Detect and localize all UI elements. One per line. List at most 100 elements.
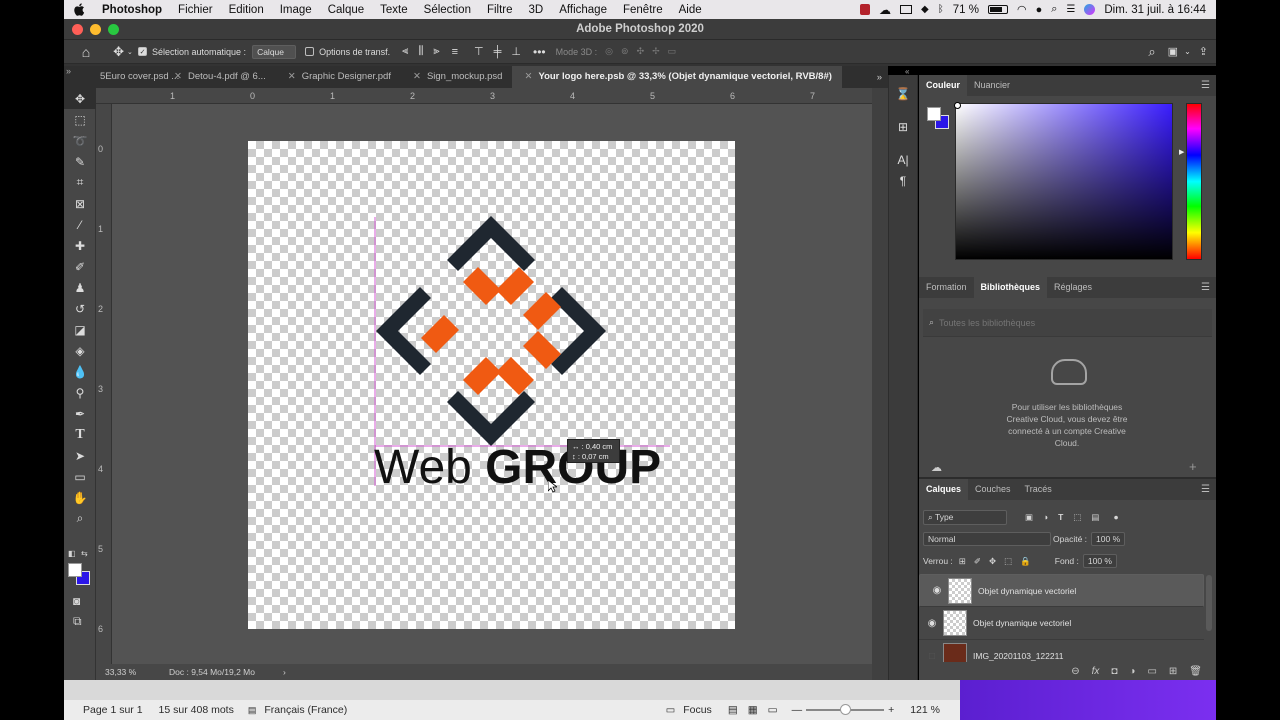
menu-3d[interactable]: 3D [521, 4, 552, 16]
home-icon[interactable]: ⌂ [64, 44, 108, 60]
creative-cloud-icon[interactable]: ☁ [879, 3, 891, 17]
lock-all-icon[interactable]: 🔒 [1020, 556, 1031, 567]
filter-pixel-icon[interactable]: ▣ [1025, 512, 1033, 523]
vertical-ruler[interactable]: 0 1 2 3 4 5 6 [96, 104, 112, 664]
opacity-input[interactable]: 100 % [1091, 532, 1126, 546]
add-library-icon[interactable]: + [1189, 459, 1197, 474]
zoom-slider[interactable] [806, 704, 885, 715]
vertical-scrollbar[interactable] [872, 88, 888, 680]
tools-collapse-icon[interactable]: » [66, 66, 71, 76]
link-layers-icon[interactable]: ⊖ [1071, 666, 1079, 677]
align-center-h-icon[interactable]: ⫼ [418, 45, 423, 58]
battery-icon[interactable] [987, 5, 1008, 14]
filter-smart-icon[interactable]: ▤ [1091, 512, 1099, 523]
delete-layer-icon[interactable]: 🗑 [1189, 666, 1202, 677]
close-tab-icon[interactable]: ✕ [174, 71, 182, 82]
lock-paint-icon[interactable]: ✐ [974, 556, 981, 567]
eyedropper-tool-icon[interactable]: ⁄ [64, 214, 96, 235]
menu-photoshop[interactable]: Photoshop [94, 4, 170, 16]
character-panel-icon[interactable]: A| [889, 149, 917, 170]
menu-selection[interactable]: Sélection [416, 4, 479, 16]
libraries-panel-icon[interactable]: ⊞ [889, 116, 917, 137]
type-tool-icon[interactable]: T [64, 424, 96, 445]
menu-aide[interactable]: Aide [671, 4, 710, 16]
filter-adjust-icon[interactable]: ◑ [1043, 512, 1048, 522]
apple-icon[interactable] [72, 3, 86, 17]
zoom-level[interactable]: 33,33 % [105, 667, 163, 677]
panel-menu-icon[interactable]: ☰ [1201, 484, 1210, 495]
brush-tool-icon[interactable]: ✐ [64, 256, 96, 277]
frame-tool-icon[interactable]: ⊠ [64, 193, 96, 214]
language[interactable]: Français (France) [256, 704, 355, 716]
pen-tool-icon[interactable]: ✒ [64, 403, 96, 424]
clock[interactable]: Dim. 31 juil. à 16:44 [1104, 4, 1206, 16]
orbit-3d-icon[interactable]: ◎ [605, 46, 613, 57]
add-mask-icon[interactable]: ◘ [1111, 666, 1117, 677]
libraries-search[interactable]: ⌕ [923, 309, 1212, 337]
close-tab-icon[interactable]: ✕ [413, 71, 421, 82]
menu-fichier[interactable]: Fichier [170, 4, 221, 16]
collapse-panels-icon[interactable]: « [905, 67, 909, 76]
menu-image[interactable]: Image [272, 4, 320, 16]
workspace-icon[interactable]: ▣ [1168, 45, 1178, 58]
menu-texte[interactable]: Texte [372, 4, 416, 16]
zoom-tool-icon[interactable]: ⌕ [64, 508, 96, 529]
layer-name[interactable]: Objet dynamique vectoriel [978, 586, 1076, 596]
fx-icon[interactable]: fx [1092, 666, 1100, 677]
color-picker-handle[interactable] [954, 102, 961, 109]
view-print-icon[interactable]: ▦ [748, 704, 758, 716]
eraser-tool-icon[interactable]: ◪ [64, 319, 96, 340]
quick-mask-icon[interactable]: ◙ [73, 594, 80, 608]
lock-position-icon[interactable]: ✥ [989, 556, 996, 567]
filter-toggle-icon[interactable]: ● [1113, 512, 1118, 522]
blur-tool-icon[interactable]: 💧 [64, 361, 96, 382]
zoom-out-button[interactable]: — [792, 704, 803, 716]
new-group-icon[interactable]: ▭ [1147, 666, 1156, 677]
cloud-sync-icon[interactable]: ☁ [931, 461, 942, 474]
auto-select-checkbox[interactable]: ✓ [138, 47, 147, 56]
align-bottom-icon[interactable]: ⊥ [511, 45, 521, 58]
layer-row[interactable]: ◉ Objet dynamique vectoriel [919, 574, 1204, 607]
page-count[interactable]: Page 1 sur 1 [75, 704, 151, 716]
new-layer-icon[interactable]: ⊞ [1169, 666, 1177, 677]
tab-reglages[interactable]: Réglages [1047, 277, 1099, 298]
zoom-slider-thumb[interactable] [840, 704, 852, 715]
close-tab-icon[interactable]: ✕ [524, 71, 532, 82]
panel-menu-icon[interactable]: ☰ [1201, 282, 1210, 293]
lock-pixels-icon[interactable]: ⊞ [959, 556, 966, 567]
auto-select-dropdown[interactable]: Calque [252, 44, 297, 59]
camera-3d-icon[interactable]: ▭ [668, 46, 677, 57]
layer-name[interactable]: Objet dynamique vectoriel [973, 618, 1071, 628]
move-tool-icon[interactable]: ✥ [64, 88, 96, 109]
tab-bibliotheques[interactable]: Bibliothèques [973, 277, 1048, 298]
tab-traces[interactable]: Tracés [1018, 479, 1059, 500]
visibility-eye-icon[interactable]: ◉ [930, 585, 944, 596]
panel-menu-icon[interactable]: ☰ [1201, 80, 1210, 91]
screen-mode-icon[interactable]: ⧉ [73, 614, 82, 629]
quick-selection-tool-icon[interactable]: ✎ [64, 151, 96, 172]
tab-graphic-designer[interactable]: ✕ Graphic Designer.pdf [276, 66, 401, 88]
zoom-in-button[interactable]: + [888, 704, 894, 716]
layer-row[interactable]: □ IMG_20201103_122211 [919, 640, 1204, 662]
more-options-icon[interactable]: ••• [533, 45, 546, 59]
hand-tool-icon[interactable]: ✋ [64, 487, 96, 508]
tab-couches[interactable]: Couches [968, 479, 1018, 500]
drag-3d-icon[interactable]: ✣ [637, 46, 645, 57]
distribute-icon[interactable]: ≡ [452, 46, 458, 58]
fill-input[interactable]: 100 % [1082, 554, 1117, 568]
document-canvas[interactable]: Web GROUP ↔ : 0,40 cm ↕ : 0,07 cm [248, 141, 735, 629]
bluetooth-icon[interactable]: ᛒ [938, 4, 944, 15]
tab-5euro-cover[interactable]: 5Euro cover.psd ... [64, 66, 179, 88]
stamp-tool-icon[interactable]: ♟ [64, 277, 96, 298]
siri-icon[interactable] [1084, 4, 1096, 15]
screen-icon[interactable] [900, 5, 913, 14]
healing-tool-icon[interactable]: ✚ [64, 235, 96, 256]
default-colors-icon[interactable]: ◧ [68, 549, 76, 558]
menu-fenetre[interactable]: Fenêtre [615, 4, 671, 16]
tab-detou[interactable]: ✕ Detou-4.pdf @ 6... [162, 66, 276, 88]
filter-type-icon[interactable]: T [1058, 512, 1063, 522]
tab-nuancier[interactable]: Nuancier [967, 75, 1017, 96]
move-tool-preset-icon[interactable]: ✥ ⌄ [108, 44, 138, 60]
marquee-tool-icon[interactable]: ⬚ [64, 109, 96, 130]
search-icon[interactable]: ⌕ [1051, 3, 1057, 16]
